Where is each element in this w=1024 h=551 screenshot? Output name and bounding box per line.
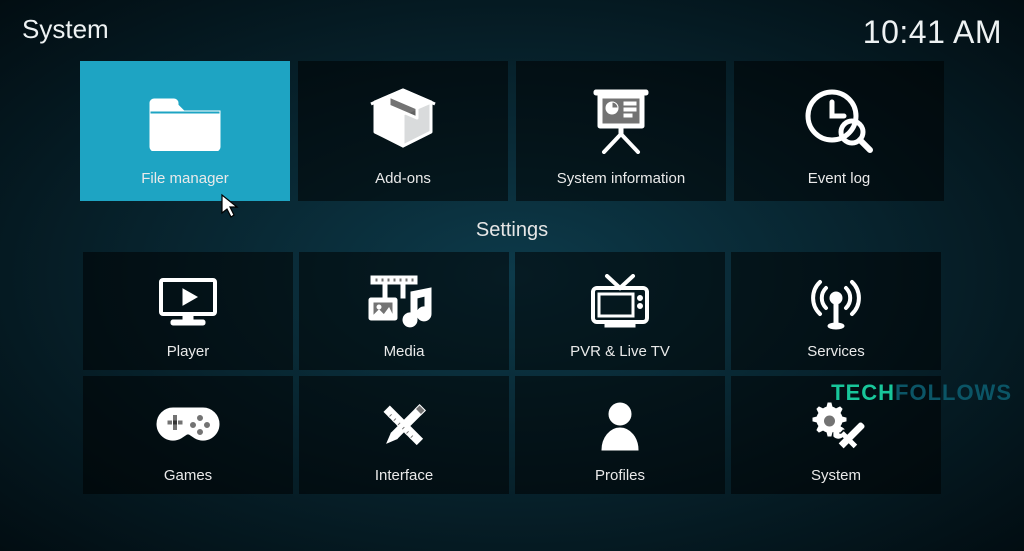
- broadcast-icon: [731, 252, 941, 343]
- person-icon: [515, 376, 725, 467]
- tile-pvr-live-tv[interactable]: PVR & Live TV: [515, 252, 725, 370]
- tile-label: System: [811, 467, 861, 494]
- tile-games[interactable]: Games: [83, 376, 293, 494]
- tile-label: Add-ons: [375, 170, 431, 201]
- tile-add-ons[interactable]: Add-ons: [298, 61, 508, 201]
- tile-label: Media: [384, 343, 425, 370]
- tile-file-manager[interactable]: File manager: [80, 61, 290, 201]
- tile-system[interactable]: System: [731, 376, 941, 494]
- tile-label: System information: [557, 170, 685, 201]
- page-title: System: [22, 14, 109, 45]
- tile-player[interactable]: Player: [83, 252, 293, 370]
- gear-tools-icon: [731, 376, 941, 467]
- tile-system-information[interactable]: System information: [516, 61, 726, 201]
- tile-label: Interface: [375, 467, 433, 494]
- monitor-play-icon: [83, 252, 293, 343]
- clock-search-icon: [734, 61, 944, 170]
- box-icon: [298, 61, 508, 170]
- tile-media[interactable]: Media: [299, 252, 509, 370]
- folder-icon: [80, 61, 290, 170]
- pencil-ruler-icon: [299, 376, 509, 467]
- tv-icon: [515, 252, 725, 343]
- clock: 10:41 AM: [863, 14, 1002, 51]
- section-title-settings: Settings: [0, 219, 1024, 242]
- top-tile-grid: File manager Add-ons System information …: [0, 61, 1024, 201]
- presentation-icon: [516, 61, 726, 170]
- tile-label: Games: [164, 467, 212, 494]
- tile-label: PVR & Live TV: [570, 343, 670, 370]
- tile-event-log[interactable]: Event log: [734, 61, 944, 201]
- tile-label: Event log: [808, 170, 871, 201]
- tile-label: Profiles: [595, 467, 645, 494]
- tile-label: File manager: [141, 170, 229, 201]
- tile-profiles[interactable]: Profiles: [515, 376, 725, 494]
- tile-label: Services: [807, 343, 865, 370]
- gamepad-icon: [83, 376, 293, 467]
- tile-services[interactable]: Services: [731, 252, 941, 370]
- media-collection-icon: [299, 252, 509, 343]
- tile-interface[interactable]: Interface: [299, 376, 509, 494]
- settings-tile-grid: Player Media PVR & Live TV Services Game…: [0, 252, 1024, 494]
- tile-label: Player: [167, 343, 210, 370]
